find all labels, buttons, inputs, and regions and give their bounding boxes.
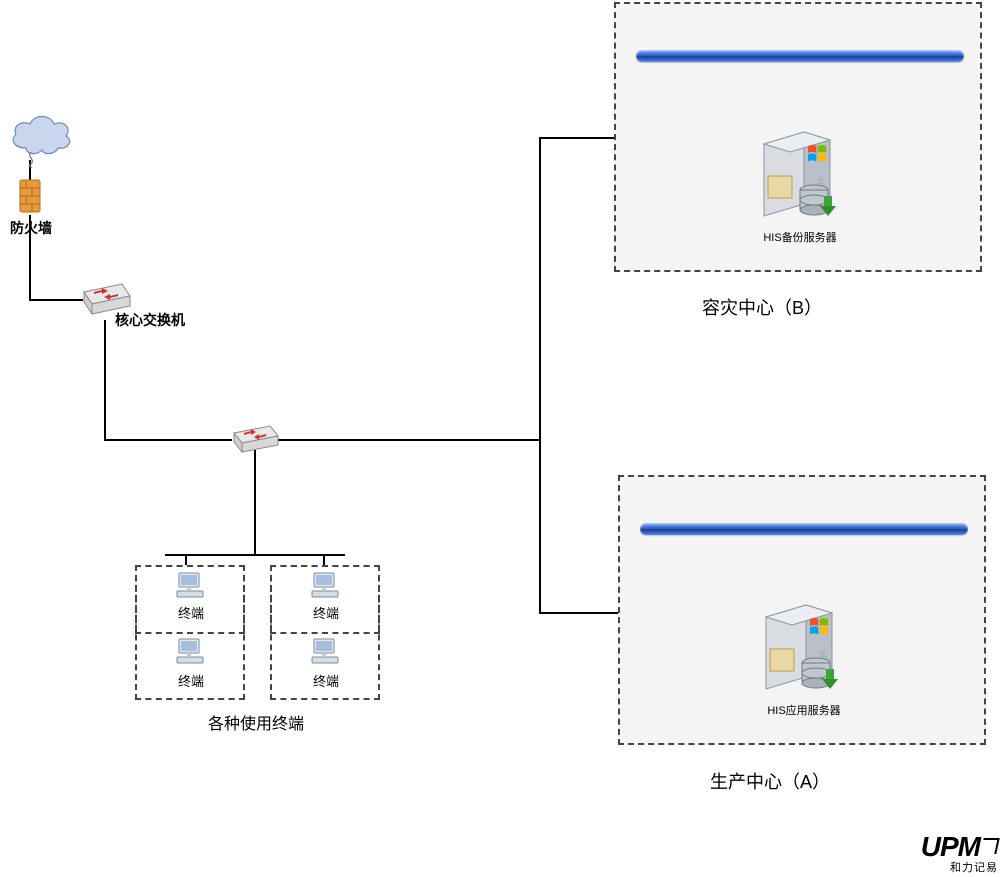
diagram-canvas: 防火墙 核心交换机 — [0, 0, 1000, 877]
cloud-icon — [6, 112, 76, 158]
terminal-label: 终端 — [272, 671, 380, 690]
app-server-label: HIS应用服务器 — [620, 702, 988, 718]
terminal-group-right: 终端 终端 — [270, 565, 380, 700]
sub-switch-icon — [230, 424, 280, 456]
server-backup-icon: Windows — [758, 126, 842, 222]
terminal-group-left: 终端 终端 — [135, 565, 245, 700]
backup-server-label: HIS备份服务器 — [616, 229, 984, 245]
terminal-icon — [175, 637, 207, 667]
prod-center-box: Windows HIS应用服务器 — [618, 475, 986, 745]
terminal-label: 终端 — [137, 603, 245, 622]
server-app-icon: Windows — [760, 599, 844, 695]
dr-center-box: Windows HIS备份服务器 — [614, 2, 982, 272]
cloud-tail-icon — [24, 152, 38, 168]
terminals-caption: 各种使用终端 — [176, 710, 336, 734]
prod-center-caption: 生产中心（A） — [710, 768, 830, 794]
terminal-icon — [310, 571, 342, 601]
network-bus-icon — [636, 50, 964, 62]
firewall-label: 防火墙 — [2, 218, 60, 238]
logo: UPM 和力记易 — [921, 834, 998, 875]
terminal-icon — [175, 571, 207, 601]
terminal-icon — [310, 637, 342, 667]
core-switch-label: 核心交换机 — [115, 310, 185, 330]
logo-text: UPM — [921, 834, 998, 859]
terminal-label: 终端 — [137, 671, 245, 690]
network-bus-icon — [640, 523, 968, 535]
firewall-icon — [18, 178, 42, 214]
dr-center-caption: 容灾中心（B） — [702, 294, 822, 320]
terminal-label: 终端 — [272, 603, 380, 622]
